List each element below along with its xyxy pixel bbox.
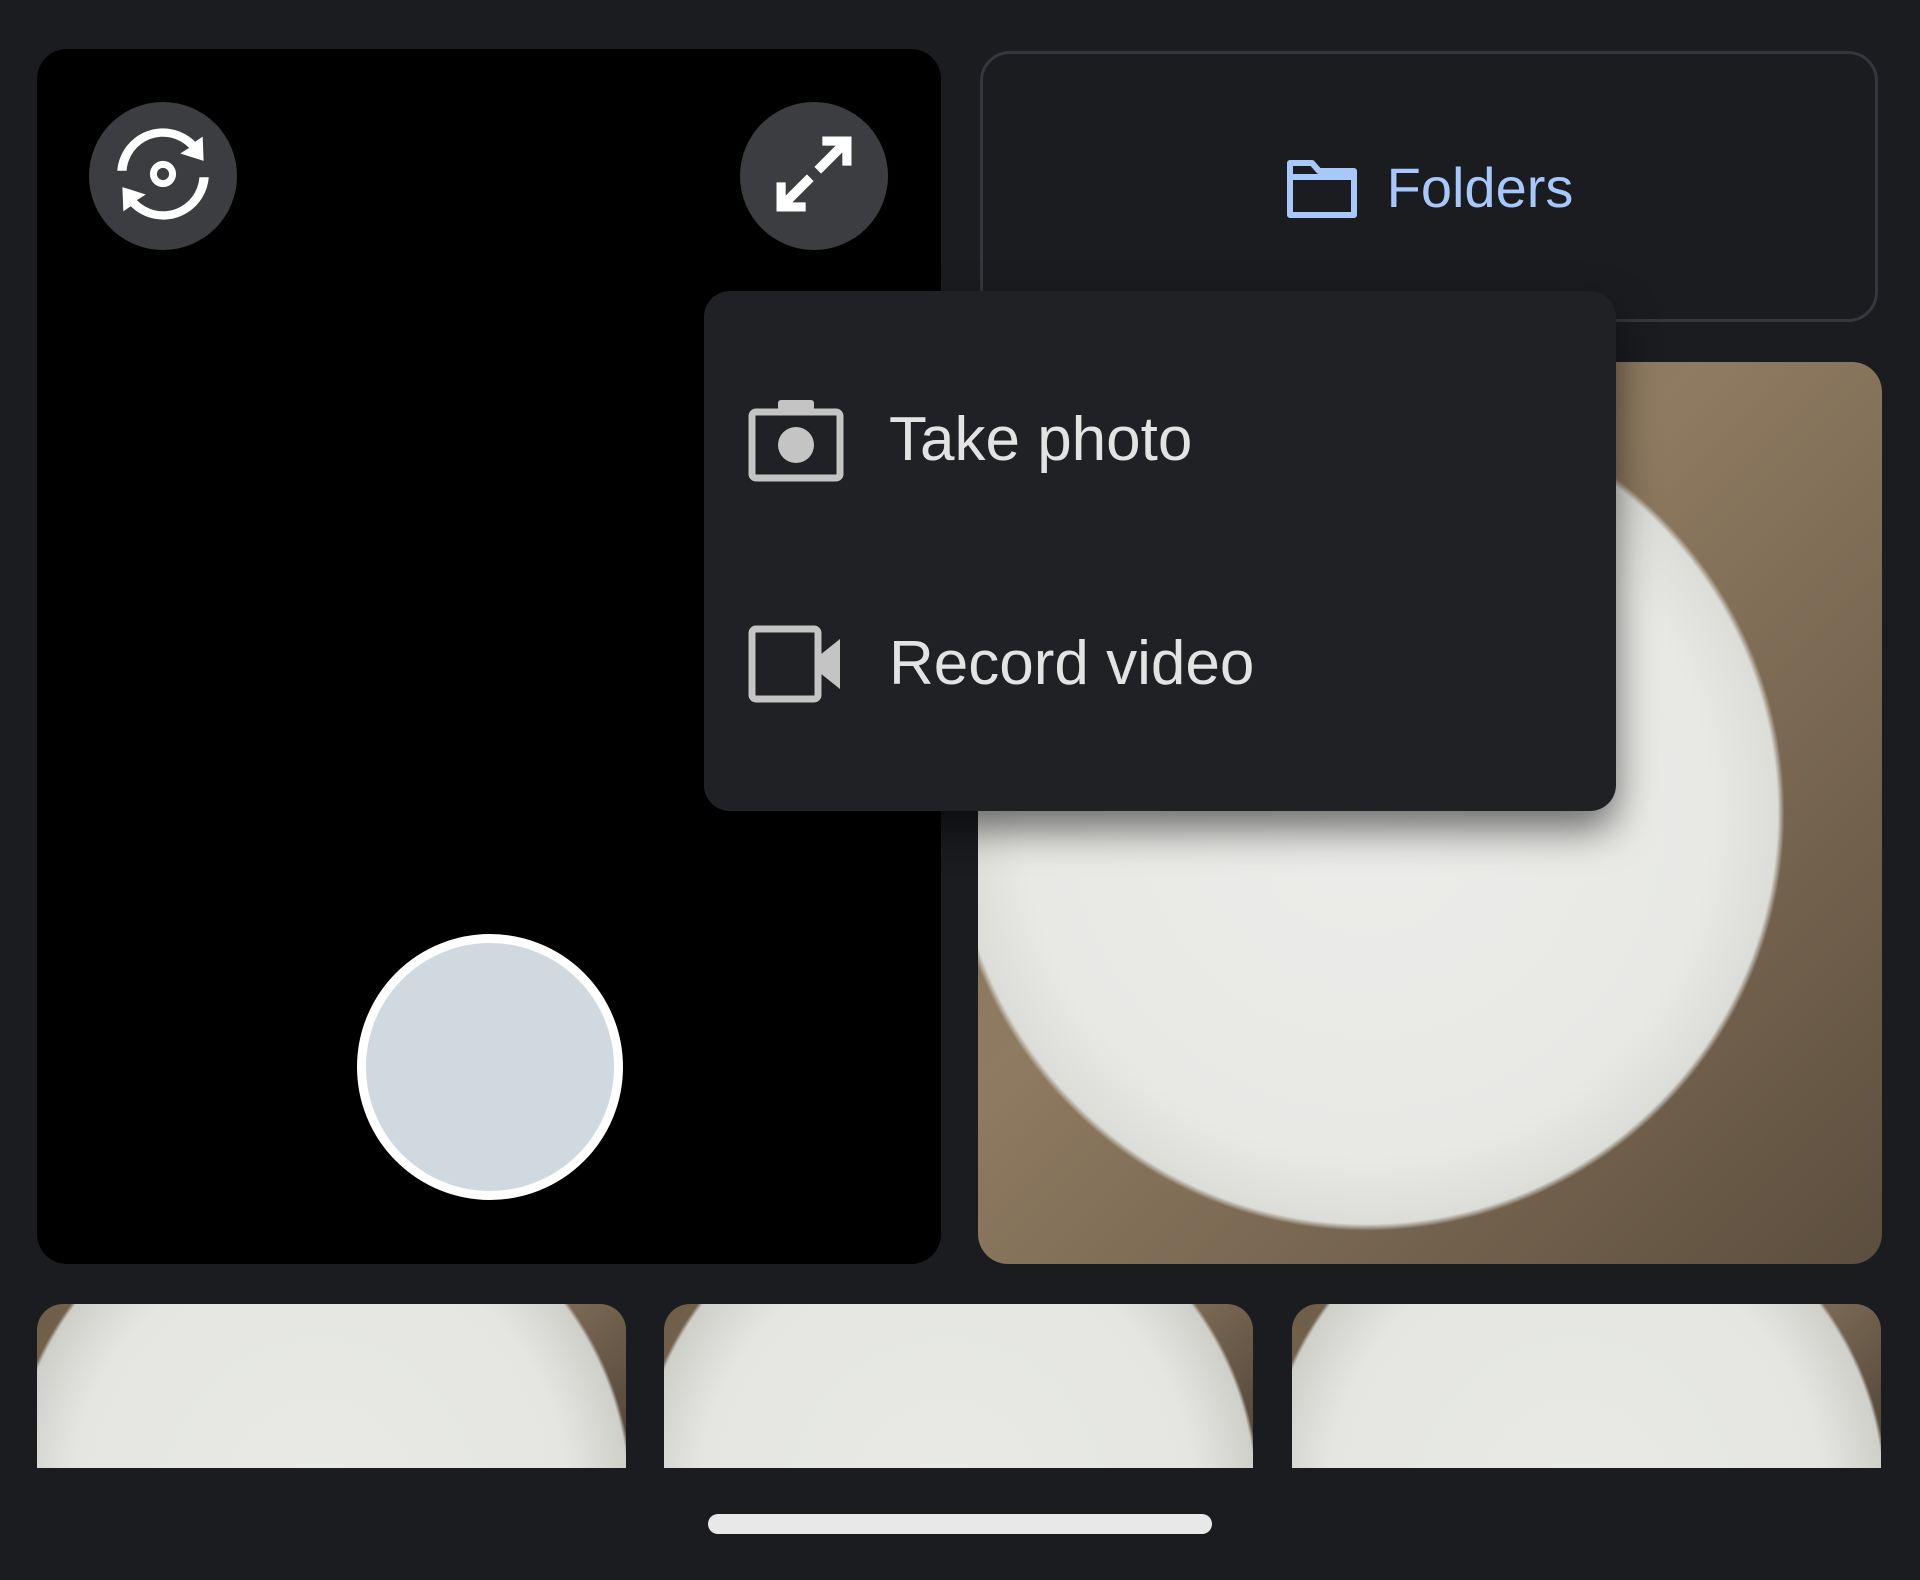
videocam-icon [748, 616, 844, 712]
capture-menu [704, 291, 1616, 811]
photo-thumbnail[interactable] [37, 1304, 626, 1468]
photo-thumbnail[interactable] [664, 1304, 1253, 1468]
media-picker-screen: Folders Take photo Record video [0, 0, 1920, 1580]
home-indicator[interactable] [708, 1514, 1212, 1534]
menu-item-take-photo[interactable]: Take photo [704, 375, 1616, 505]
expand-button[interactable] [740, 102, 888, 250]
folders-button[interactable]: Folders [980, 51, 1878, 322]
camera-icon [748, 392, 844, 488]
menu-item-label: Take photo [889, 405, 1193, 474]
folder-icon [1285, 155, 1359, 226]
photo-thumbnail[interactable] [1292, 1304, 1881, 1468]
expand-icon [764, 124, 864, 229]
menu-item-record-video[interactable]: Record video [704, 599, 1616, 729]
folders-label: Folders [1386, 156, 1574, 219]
switch-camera-button[interactable] [89, 102, 237, 250]
menu-item-label: Record video [889, 629, 1255, 698]
switch-camera-icon [107, 118, 219, 235]
shutter-button[interactable] [357, 934, 623, 1200]
